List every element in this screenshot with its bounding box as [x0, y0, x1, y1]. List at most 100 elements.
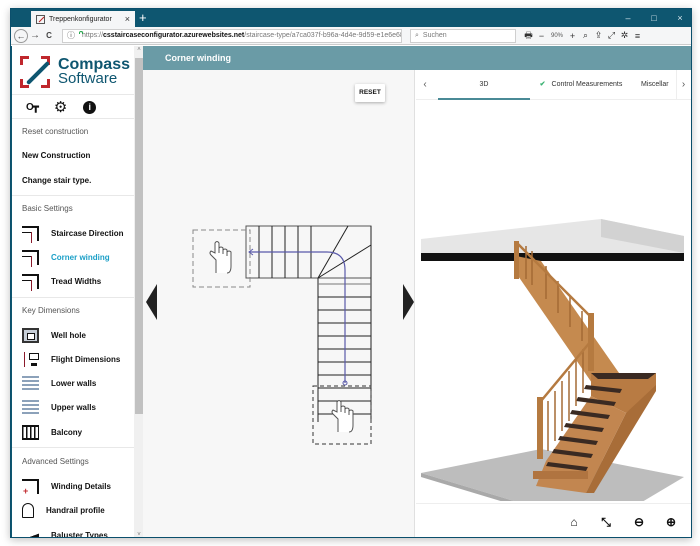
url-host: csstaircaseconfigurator.azurewebsites.ne…: [103, 32, 245, 39]
sidebar-item-baluster-types[interactable]: Baluster Types: [22, 526, 132, 538]
sidebar-item-staircase-direction[interactable]: Staircase Direction: [22, 224, 132, 243]
url-path: /staircase-type/a7ca037f-b96a-4d4e-9d59-…: [244, 32, 402, 39]
browser-tab[interactable]: Treppenkonfigurator ×: [31, 11, 135, 27]
zoom-level[interactable]: 90%: [548, 33, 566, 39]
zoom-out-button[interactable]: −: [535, 31, 548, 41]
maximize-button[interactable]: □: [641, 9, 667, 27]
search-input[interactable]: ⌕ Suchen: [410, 28, 516, 43]
sidebar-item-corner-winding[interactable]: Corner winding: [22, 248, 132, 267]
fit-view-icon[interactable]: ⤡: [598, 514, 614, 530]
newel-post-bottom: [537, 397, 543, 459]
sidebar-item-lower-walls[interactable]: Lower walls: [22, 374, 132, 392]
hand-pointer-icon: [209, 241, 232, 274]
view-toolbar: ⌂ ⤡ ⊖ ⊕: [416, 503, 691, 537]
sidebar-icon-row: O┳ ⚙ i: [26, 98, 97, 116]
zoom-in-button[interactable]: +: [566, 31, 579, 41]
corner-winding-icon: [22, 249, 39, 267]
newel-post-middle: [588, 313, 594, 371]
browser-window: Treppenkonfigurator × + – □ × ← → C ⓘ ht…: [10, 8, 692, 538]
handrail-profile-icon: [22, 502, 34, 518]
sidebar-item-label: Well hole: [51, 330, 86, 340]
sidebar-item-well-hole[interactable]: Well hole: [22, 326, 132, 344]
reload-button[interactable]: C: [42, 31, 56, 40]
menu-icon[interactable]: ≡: [631, 31, 644, 41]
staircase-plan-drawing: [192, 225, 372, 445]
close-window-button[interactable]: ×: [667, 9, 691, 27]
sidebar-item-label: Winding Details: [51, 481, 111, 491]
sidebar-item-label: Handrail profile: [46, 505, 105, 515]
sidebar-item-label: Lower walls: [51, 378, 97, 388]
tabs-prev-chevron-icon[interactable]: ‹: [418, 70, 432, 100]
site-info-icon[interactable]: ⓘ: [67, 30, 75, 41]
upload-icon[interactable]: ⇪: [592, 30, 605, 41]
title-bar: Treppenkonfigurator × + – □ ×: [11, 9, 691, 27]
zoom-in-icon[interactable]: ⊕: [663, 514, 679, 530]
zoom-out-icon[interactable]: ⊖: [631, 514, 647, 530]
print-icon[interactable]: 🖶: [522, 28, 535, 44]
favicon-icon: [36, 14, 45, 24]
tab-miscellaneous[interactable]: Miscellar: [641, 70, 675, 100]
flight-dimensions-icon: [22, 351, 39, 367]
new-construction-item[interactable]: New Construction: [22, 151, 90, 160]
home-view-icon[interactable]: ⌂: [566, 514, 582, 530]
upper-walls-icon: [22, 399, 39, 415]
3d-view-panel: ‹ 3D ✔Control Measurements Miscellar ›: [416, 70, 692, 537]
compass-software-logo: Compass Software: [20, 52, 130, 92]
section-title-key-dimensions: Key Dimensions: [22, 306, 80, 315]
tab-title: Treppenkonfigurator: [49, 15, 112, 23]
new-tab-button[interactable]: +: [139, 10, 147, 26]
fullscreen-icon[interactable]: ⤢: [605, 30, 618, 41]
3d-staircase-render[interactable]: [416, 101, 692, 501]
sidebar-item-label: Baluster Types: [51, 530, 108, 538]
view-tabs: ‹ 3D ✔ Control Measurements Miscellar ›: [416, 70, 691, 100]
key-icon[interactable]: O┳: [26, 102, 39, 113]
sidebar: Compass Software O┳ ⚙ i Reset constructi…: [11, 46, 144, 538]
sidebar-item-winding-details[interactable]: Winding Details: [22, 477, 132, 496]
compass-logo-icon: [20, 56, 51, 88]
scrollbar-thumb[interactable]: [135, 58, 143, 414]
logo-text-line2: Software: [57, 70, 118, 87]
forward-button[interactable]: →: [28, 30, 42, 41]
section-title-advanced: Advanced Settings: [22, 457, 89, 466]
url-bar[interactable]: ⓘ https://csstaircaseconfigurator.azurew…: [62, 28, 402, 43]
section-title-reset: Reset construction: [22, 127, 89, 136]
settings-icon[interactable]: ✲: [618, 30, 631, 41]
sidebar-item-label: Staircase Direction: [51, 228, 124, 238]
section-title-basic: Basic Settings: [22, 204, 73, 213]
tab-control-measurements[interactable]: ✔ Control Measurements: [532, 70, 630, 100]
walk-line: [249, 251, 346, 383]
app: Compass Software O┳ ⚙ i Reset constructi…: [11, 46, 692, 538]
sidebar-item-label: Upper walls: [51, 402, 96, 412]
minimize-button[interactable]: –: [615, 9, 641, 27]
back-button[interactable]: ←: [14, 28, 28, 43]
search-placeholder: Suchen: [422, 32, 447, 39]
gear-icon[interactable]: ⚙: [54, 98, 67, 116]
sidebar-item-label: Tread Widths: [51, 276, 102, 286]
sidebar-item-flight-dimensions[interactable]: Flight Dimensions: [22, 350, 132, 368]
newel-post-top: [514, 241, 519, 279]
sidebar-item-label: Balcony: [51, 427, 83, 437]
tread-widths-icon: [22, 273, 39, 291]
sidebar-item-label: Flight Dimensions: [51, 354, 121, 364]
tab-3d[interactable]: 3D: [438, 70, 530, 100]
baluster-types-icon: [22, 527, 39, 537]
navigation-bar: ← → C ⓘ https://csstaircaseconfigurator.…: [11, 27, 691, 45]
sidebar-item-handrail-profile[interactable]: Handrail profile: [22, 501, 132, 519]
lower-walls-icon: [22, 375, 39, 391]
tab-close-icon[interactable]: ×: [125, 14, 130, 24]
winding-details-icon: [22, 478, 39, 496]
search-icon: ⌕: [415, 31, 419, 39]
sidebar-item-upper-walls[interactable]: Upper walls: [22, 398, 132, 416]
sidebar-item-balcony[interactable]: Balcony: [22, 423, 132, 441]
balcony-icon: [22, 424, 39, 440]
check-icon: ✔: [539, 81, 546, 88]
floor-plan-panel: RESET: [143, 70, 415, 537]
change-stair-type-item[interactable]: Change stair type.: [22, 176, 91, 185]
tabs-next-chevron-icon[interactable]: ›: [676, 70, 690, 100]
find-icon[interactable]: ⌕: [579, 30, 592, 41]
sidebar-item-label: Corner winding: [51, 252, 110, 262]
info-icon[interactable]: i: [83, 100, 97, 114]
staircase-direction-icon: [22, 225, 39, 243]
hand-pointer-icon: [331, 400, 354, 433]
sidebar-item-tread-widths[interactable]: Tread Widths: [22, 272, 132, 291]
